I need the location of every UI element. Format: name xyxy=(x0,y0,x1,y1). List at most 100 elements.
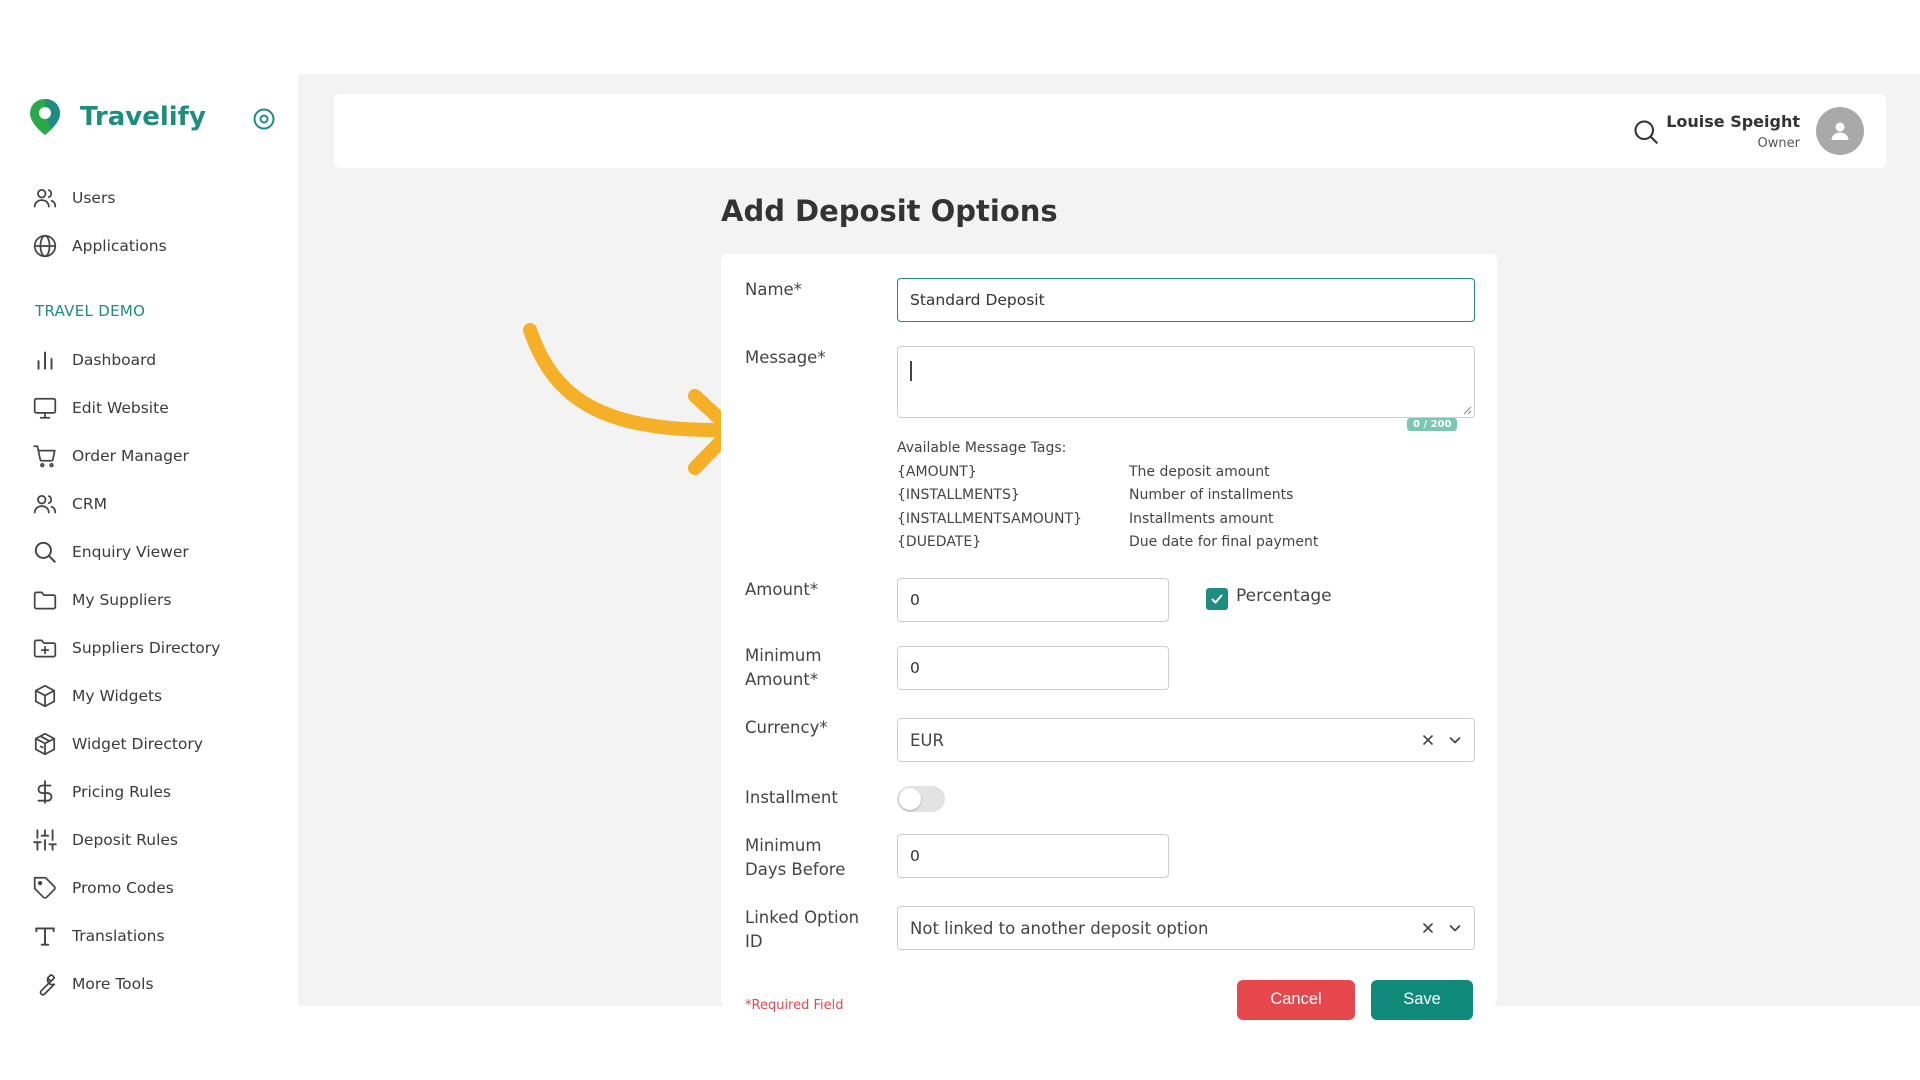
required-field-note: *Required Field xyxy=(745,998,844,1013)
dollar-icon xyxy=(37,780,53,804)
sidebar-item-widget-directory[interactable]: Widget Directory xyxy=(32,720,292,768)
message-tags-title: Available Message Tags: xyxy=(897,440,1067,456)
sidebar-item-enquiry-viewer[interactable]: Enquiry Viewer xyxy=(32,528,292,576)
wrench-icon xyxy=(39,973,56,996)
avatar[interactable] xyxy=(1816,107,1864,155)
linked-option-dropdown-toggle[interactable] xyxy=(1448,921,1462,935)
target-icon xyxy=(253,108,275,130)
sidebar-item-deposit-rules[interactable]: Deposit Rules xyxy=(32,816,292,864)
minimum-days-before-value: 0 xyxy=(910,847,920,865)
search-button[interactable] xyxy=(1632,118,1660,150)
message-label: Message* xyxy=(745,348,826,367)
sidebar-item-label: More Tools xyxy=(72,975,154,993)
sidebar-item-edit-website[interactable]: Edit Website xyxy=(32,384,292,432)
minimum-amount-input[interactable]: 0 xyxy=(897,646,1169,690)
cart-icon xyxy=(33,445,56,468)
sidebar-item-users[interactable]: Users xyxy=(32,174,292,222)
box-icon xyxy=(34,684,56,708)
linked-option-label-line: ID xyxy=(745,932,763,951)
search-icon xyxy=(34,541,56,563)
message-tag-description: Number of installments xyxy=(1129,487,1294,503)
tag-icon xyxy=(33,876,56,899)
curved-arrow-icon xyxy=(523,323,739,475)
sidebar-item-my-suppliers[interactable]: My Suppliers xyxy=(32,576,292,624)
cancel-button[interactable]: Cancel xyxy=(1237,980,1355,1020)
app-frame: Travelify Users Applications TRAVEL DEMO… xyxy=(0,74,1920,1020)
logo-text: Travelify xyxy=(80,102,206,132)
name-label: Name* xyxy=(745,280,802,299)
resize-handle-icon[interactable] xyxy=(1462,405,1472,415)
user-name[interactable]: Louise Speight xyxy=(1666,112,1800,131)
message-char-counter: 0 / 200 xyxy=(1407,418,1458,431)
deposit-options-form: Name* Standard Deposit Message* 0 / 200 … xyxy=(721,254,1497,1020)
linked-option-select[interactable]: Not linked to another deposit option xyxy=(897,906,1475,950)
sidebar-item-suppliers-directory[interactable]: Suppliers Directory xyxy=(32,624,292,672)
close-icon xyxy=(1423,735,1433,745)
message-tag-description: Due date for final payment xyxy=(1129,534,1319,550)
name-input[interactable]: Standard Deposit xyxy=(897,278,1475,322)
page-title: Add Deposit Options xyxy=(721,194,1058,228)
top-bar: Louise Speight Owner xyxy=(334,94,1886,168)
sidebar-item-promo-codes[interactable]: Promo Codes xyxy=(32,864,292,912)
users-icon xyxy=(33,189,57,208)
sidebar-item-label: Widget Directory xyxy=(72,735,203,753)
minimum-amount-label-line: Minimum xyxy=(745,646,822,665)
sidebar-item-order-manager[interactable]: Order Manager xyxy=(32,432,292,480)
boxes-icon xyxy=(34,732,56,756)
message-tag-row: {DUEDATE} Due date for final payment xyxy=(897,534,1318,550)
sidebar-item-label: Translations xyxy=(72,927,165,945)
chevron-down-icon xyxy=(1449,925,1461,932)
minimum-amount-label-line: Amount* xyxy=(745,670,819,689)
folder-icon xyxy=(33,591,57,610)
message-tag: {DUEDATE} xyxy=(897,534,982,550)
sidebar-item-label: My Widgets xyxy=(72,687,163,705)
sidebar-item-label: Promo Codes xyxy=(72,879,174,897)
sidebar-item-translations[interactable]: Translations xyxy=(32,912,292,960)
annotation-arrow xyxy=(510,322,750,496)
message-tag: {INSTALLMENTS} xyxy=(897,487,1020,503)
text-caret xyxy=(910,361,912,381)
sliders-icon xyxy=(33,829,57,851)
chevron-down-icon xyxy=(1449,737,1461,744)
linked-option-label-line: Linked Option xyxy=(745,908,860,927)
check-icon xyxy=(1211,594,1223,604)
amount-input-value: 0 xyxy=(910,591,920,609)
message-tag-description: Installments amount xyxy=(1129,511,1274,527)
message-tag: {INSTALLMENTSAMOUNT} xyxy=(897,511,1082,527)
sidebar-item-my-widgets[interactable]: My Widgets xyxy=(32,672,292,720)
save-button[interactable]: Save xyxy=(1371,980,1473,1020)
message-tag-row: {INSTALLMENTS} Number of installments xyxy=(897,487,1293,503)
currency-select[interactable]: EUR xyxy=(897,718,1475,762)
sidebar-nav: Dashboard Edit Website Order Manager CRM… xyxy=(32,336,292,1008)
sidebar-item-more-tools[interactable]: More Tools xyxy=(32,960,292,1008)
amount-input[interactable]: 0 xyxy=(897,578,1169,622)
sidebar-item-pricing-rules[interactable]: Pricing Rules xyxy=(32,768,292,816)
message-textarea[interactable] xyxy=(897,346,1475,418)
user-icon xyxy=(1831,122,1849,140)
currency-value: EUR xyxy=(910,730,944,750)
currency-dropdown-toggle[interactable] xyxy=(1448,733,1462,747)
folder-plus-icon xyxy=(33,639,57,658)
minimum-days-label-line: Minimum xyxy=(745,836,822,855)
percentage-label[interactable]: Percentage xyxy=(1236,586,1332,606)
clear-currency-button[interactable] xyxy=(1422,734,1434,746)
minimum-days-before-input[interactable]: 0 xyxy=(897,834,1169,878)
globe-icon xyxy=(33,234,57,258)
sidebar-toggle-button[interactable] xyxy=(252,107,276,135)
logo[interactable]: Travelify xyxy=(28,94,206,140)
installment-label: Installment xyxy=(745,788,838,807)
installment-toggle[interactable] xyxy=(897,786,945,812)
monitor-icon xyxy=(33,397,57,419)
users-icon xyxy=(33,495,57,514)
minimum-days-before-label: Minimum Days Before xyxy=(745,834,845,882)
sidebar-item-label: Applications xyxy=(72,237,167,255)
sidebar-item-label: Users xyxy=(72,189,116,207)
close-icon xyxy=(1423,923,1433,933)
percentage-checkbox[interactable] xyxy=(1206,588,1228,610)
sidebar-item-applications[interactable]: Applications xyxy=(32,222,292,270)
sidebar-item-dashboard[interactable]: Dashboard xyxy=(32,336,292,384)
linked-option-label: Linked Option ID xyxy=(745,906,859,954)
clear-linked-option-button[interactable] xyxy=(1422,922,1434,934)
sidebar-item-crm[interactable]: CRM xyxy=(32,480,292,528)
minimum-amount-label: Minimum Amount* xyxy=(745,644,821,692)
